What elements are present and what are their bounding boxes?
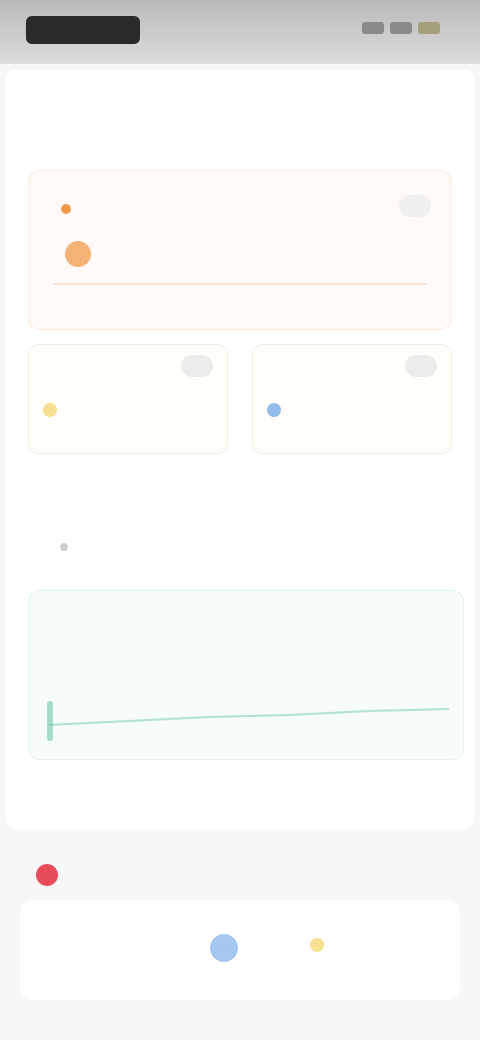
flame-icon [65,241,91,267]
main-card-divider [53,283,427,285]
coin-icon [43,403,57,417]
trend-card[interactable] [28,590,464,760]
drop-icon [210,934,238,962]
main-card-badge [55,201,71,215]
trend-sparkline [49,708,449,726]
mid-block-value [60,538,78,556]
warning-dot-icon [61,203,71,214]
main-card-action-button[interactable] [399,195,431,217]
status-icon-1 [362,22,384,34]
small-card-right-chip[interactable] [405,355,437,377]
main-summary-card[interactable] [28,170,452,330]
status-icons [362,22,440,34]
small-card-left-chip[interactable] [181,355,213,377]
top-app-bar [0,0,480,64]
small-card-right[interactable] [252,344,452,454]
secondary-title [30,864,58,886]
trend-indicator [47,701,53,741]
status-icon-2 [390,22,412,34]
logo-icon[interactable] [26,16,140,44]
sun-icon [310,938,324,952]
bottom-card[interactable] [20,900,460,1000]
small-card-left[interactable] [28,344,228,454]
bullet-icon [60,543,68,551]
info-icon [267,403,281,417]
status-icon-3 [418,22,440,34]
notification-dot-icon [36,864,58,886]
